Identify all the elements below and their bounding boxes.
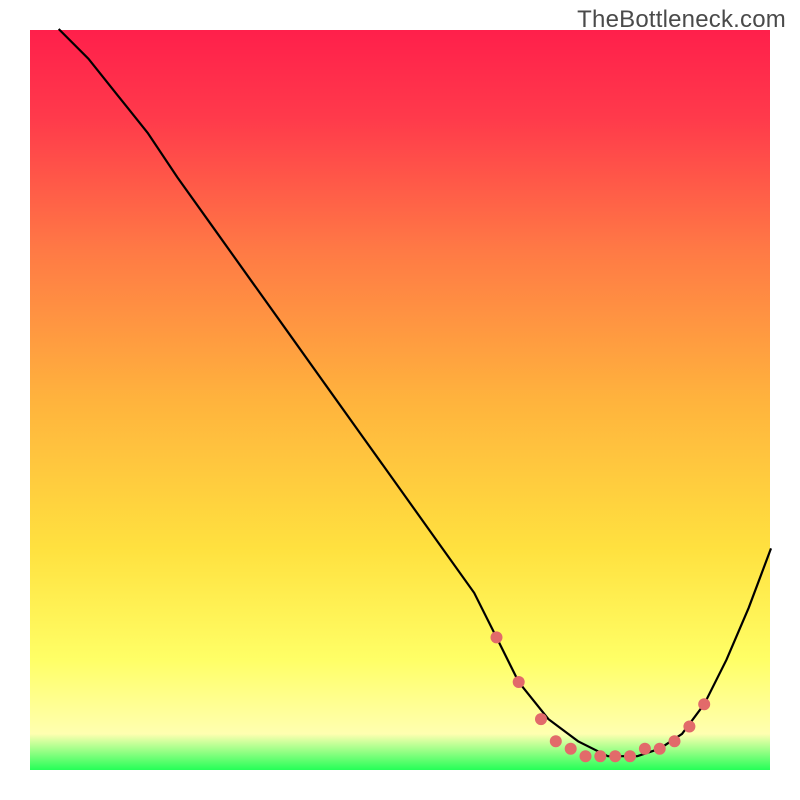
highlight-dot [535,713,547,725]
highlight-dot [639,743,651,755]
chart-svg [0,0,800,800]
highlight-dot [669,735,681,747]
highlight-dot [683,721,695,733]
highlight-dot [580,750,592,762]
highlight-dot [594,750,606,762]
highlight-dot [609,750,621,762]
chart-gradient-bg [29,29,771,771]
highlight-dot [513,676,525,688]
highlight-dot [654,743,666,755]
highlight-dot [491,631,503,643]
highlight-dot [550,735,562,747]
highlight-dot [698,698,710,710]
highlight-dot [565,743,577,755]
chart-container: TheBottleneck.com [0,0,800,800]
highlight-dot [624,750,636,762]
